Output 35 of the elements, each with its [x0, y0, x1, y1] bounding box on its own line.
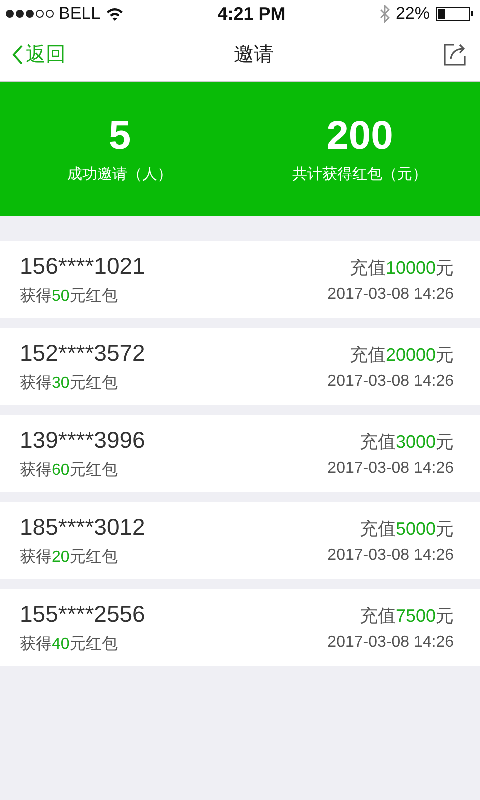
chevron-icon [12, 44, 24, 66]
phone-number: 139****3996 [20, 426, 146, 454]
reward-text: 获得50元红包 [20, 286, 119, 306]
record-time: 2017-03-08 14:26 [328, 546, 454, 564]
record-time: 2017-03-08 14:26 [328, 372, 454, 390]
record-time: 2017-03-08 14:26 [328, 634, 454, 652]
back-button[interactable]: 返回 [12, 41, 66, 68]
recharge-text: 充值5000元 [360, 518, 454, 540]
status-time: 4:21 PM [218, 4, 286, 24]
phone-number: 152****3572 [20, 340, 146, 366]
recharge-text: 充值3000元 [360, 430, 454, 454]
phone-number: 155****2556 [20, 600, 146, 628]
wifi-icon [106, 7, 124, 21]
share-icon[interactable] [442, 42, 468, 68]
reward-text: 获得60元红包 [20, 460, 119, 480]
carrier-name: BELL [59, 4, 101, 24]
record-time: 2017-03-08 14:26 [328, 460, 454, 478]
recharge-text: 充值10000元 [350, 256, 454, 280]
recharge-text: 充值7500元 [360, 604, 454, 628]
page-title: 邀请 [234, 43, 274, 68]
record-time: 2017-03-08 14:26 [328, 286, 454, 304]
reward-text: 获得20元红包 [20, 548, 119, 568]
summary-label: 成功邀请（人） [68, 165, 172, 184]
summary-value: 5 [108, 114, 132, 159]
bluetooth-icon [380, 5, 390, 23]
recharge-text: 充值20000元 [350, 344, 454, 366]
battery-percent: 22% [396, 4, 430, 24]
summary-value: 200 [326, 114, 394, 159]
summary-label: 共计获得红包（元） [292, 165, 428, 184]
reward-text: 获得30元红包 [20, 374, 119, 394]
phone-number: 185****3012 [20, 514, 146, 540]
reward-text: 获得40元红包 [20, 634, 119, 654]
signal-icon [6, 10, 54, 18]
phone-number: 156****1021 [20, 252, 146, 280]
battery-icon [436, 7, 474, 21]
